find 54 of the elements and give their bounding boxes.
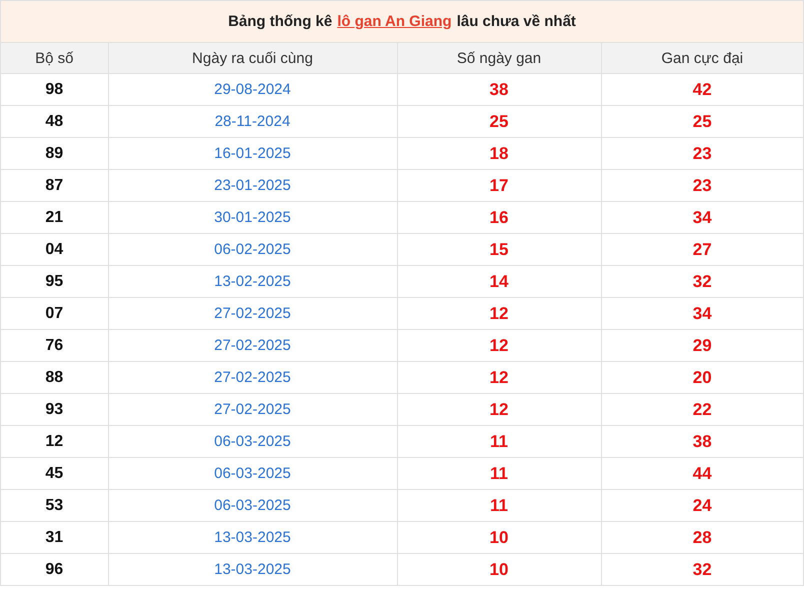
number-cell: 48 — [1, 106, 108, 138]
days-cell: 12 — [397, 298, 601, 330]
number-cell: 53 — [1, 490, 108, 522]
title-text: lâu chưa về nhất — [456, 13, 576, 30]
date-cell: 27-02-2025 — [108, 394, 397, 426]
date-cell: 16-01-2025 — [108, 138, 397, 170]
date-cell: 27-02-2025 — [108, 330, 397, 362]
date-cell: 06-02-2025 — [108, 234, 397, 266]
date-cell: 27-02-2025 — [108, 298, 397, 330]
days-cell: 15 — [397, 234, 601, 266]
days-cell: 12 — [397, 362, 601, 394]
max-cell: 32 — [601, 554, 803, 585]
date-cell: 13-02-2025 — [108, 266, 397, 298]
days-cell: 11 — [397, 426, 601, 458]
days-cell: 38 — [397, 74, 601, 106]
number-cell: 95 — [1, 266, 108, 298]
number-cell: 04 — [1, 234, 108, 266]
days-cell: 16 — [397, 202, 601, 234]
days-cell: 11 — [397, 490, 601, 522]
date-cell: 28-11-2024 — [108, 106, 397, 138]
days-cell: 25 — [397, 106, 601, 138]
number-cell: 96 — [1, 554, 108, 585]
column-header: Bộ số — [1, 43, 108, 74]
number-cell: 87 — [1, 170, 108, 202]
days-cell: 18 — [397, 138, 601, 170]
number-cell: 12 — [1, 426, 108, 458]
days-cell: 10 — [397, 522, 601, 554]
number-cell: 31 — [1, 522, 108, 554]
days-cell: 12 — [397, 330, 601, 362]
number-cell: 89 — [1, 138, 108, 170]
date-cell: 06-03-2025 — [108, 490, 397, 522]
column-header: Gan cực đại — [601, 43, 803, 74]
date-cell: 30-01-2025 — [108, 202, 397, 234]
date-cell: 13-03-2025 — [108, 522, 397, 554]
number-cell: 98 — [1, 74, 108, 106]
number-cell: 93 — [1, 394, 108, 426]
column-header: Số ngày gan — [397, 43, 601, 74]
title-text: Bảng thống kê — [228, 13, 332, 30]
days-cell: 12 — [397, 394, 601, 426]
number-cell: 21 — [1, 202, 108, 234]
number-cell: 76 — [1, 330, 108, 362]
date-cell: 06-03-2025 — [108, 458, 397, 490]
date-cell: 27-02-2025 — [108, 362, 397, 394]
date-cell: 23-01-2025 — [108, 170, 397, 202]
column-header: Ngày ra cuối cùng — [108, 43, 397, 74]
date-cell: 06-03-2025 — [108, 426, 397, 458]
days-cell: 14 — [397, 266, 601, 298]
days-cell: 11 — [397, 458, 601, 490]
number-cell: 88 — [1, 362, 108, 394]
number-cell: 07 — [1, 298, 108, 330]
days-cell: 17 — [397, 170, 601, 202]
date-cell: 29-08-2024 — [108, 74, 397, 106]
title-link[interactable]: lô gan An Giang — [337, 13, 452, 30]
number-cell: 45 — [1, 458, 108, 490]
